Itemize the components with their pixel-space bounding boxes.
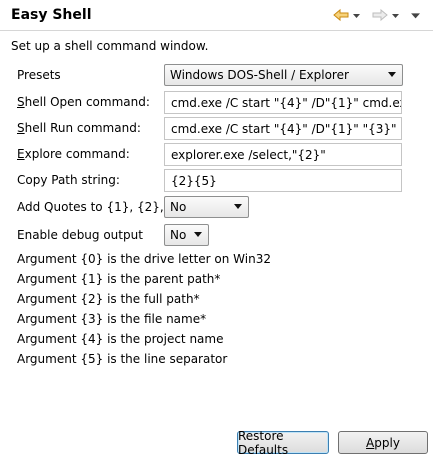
restore-defaults-button[interactable]: Restore Defaults bbox=[237, 429, 329, 457]
debug-select[interactable]: No bbox=[164, 224, 209, 246]
mnemonic-a: A bbox=[366, 435, 375, 450]
argument-note: Argument {2} is the full path* bbox=[17, 292, 200, 306]
forward-history-dropdown-icon[interactable] bbox=[391, 11, 400, 20]
shell-open-label: Shell Open command: bbox=[17, 95, 150, 109]
mnemonic-s: S bbox=[17, 95, 25, 109]
shell-open-label-text: hell Open command: bbox=[24, 95, 150, 109]
page-title: Easy Shell bbox=[11, 7, 92, 23]
argument-note: Argument {3} is the file name* bbox=[17, 312, 207, 326]
shell-run-input[interactable]: cmd.exe /C start "{4}" /D"{1}" "{3}" bbox=[164, 117, 402, 140]
copy-path-input[interactable]: {2}{5} bbox=[164, 169, 402, 192]
forward-button[interactable] bbox=[372, 6, 400, 24]
shell-run-label-text: hell Run command: bbox=[24, 121, 141, 135]
explore-label: Explore command: bbox=[17, 147, 130, 161]
add-quotes-select-value: No bbox=[170, 200, 187, 214]
presets-select-value: Windows DOS-Shell / Explorer bbox=[170, 68, 349, 82]
debug-label: Enable debug output bbox=[17, 228, 143, 242]
argument-note: Argument {5} is the line separator bbox=[17, 352, 228, 366]
back-history-dropdown-icon[interactable] bbox=[352, 11, 361, 20]
shell-run-label: Shell Run command: bbox=[17, 121, 141, 135]
mnemonic-e: E bbox=[17, 147, 25, 161]
back-arrow-icon bbox=[333, 8, 349, 22]
view-menu-button[interactable] bbox=[410, 6, 420, 24]
presets-select[interactable]: Windows DOS-Shell / Explorer bbox=[164, 64, 403, 86]
argument-note: Argument {0} is the drive letter on Win3… bbox=[17, 252, 271, 266]
page-description: Set up a shell command window. bbox=[11, 39, 209, 53]
chevron-down-icon bbox=[194, 232, 202, 237]
header-divider bbox=[0, 30, 433, 31]
add-quotes-select[interactable]: No bbox=[164, 196, 249, 218]
shell-open-input[interactable]: cmd.exe /C start "{4}" /D"{1}" cmd.exe /… bbox=[164, 91, 402, 114]
view-menu-icon bbox=[411, 13, 420, 19]
explore-input[interactable]: explorer.exe /select,"{2}" bbox=[164, 143, 402, 166]
copy-path-label: Copy Path string: bbox=[17, 173, 120, 187]
debug-select-value: No bbox=[170, 228, 187, 242]
explore-label-text: xplore command: bbox=[24, 147, 130, 161]
back-button[interactable] bbox=[333, 6, 361, 24]
page-header: Easy Shell bbox=[0, 0, 433, 31]
apply-label: pply bbox=[374, 435, 400, 450]
presets-label: Presets bbox=[17, 68, 61, 82]
argument-note: Argument {4} is the project name bbox=[17, 332, 224, 346]
argument-note: Argument {1} is the parent path* bbox=[17, 272, 221, 286]
chevron-down-icon bbox=[388, 72, 396, 77]
forward-arrow-icon bbox=[372, 8, 388, 22]
apply-button[interactable]: Apply bbox=[338, 431, 428, 454]
mnemonic-s: S bbox=[17, 121, 25, 135]
chevron-down-icon bbox=[234, 204, 242, 209]
